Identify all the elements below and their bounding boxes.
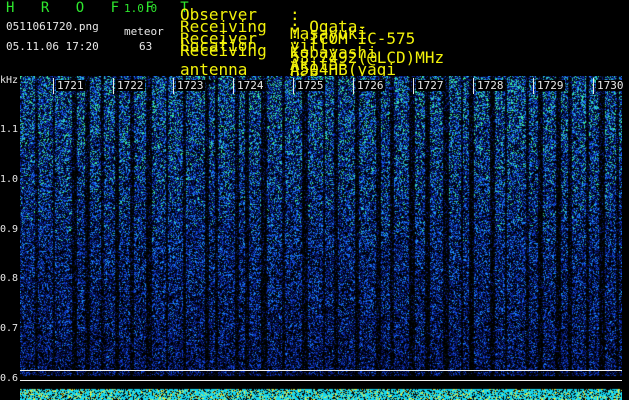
minute-tick (293, 78, 294, 94)
spectrogram-panel[interactable] (20, 76, 622, 400)
minute-label: 1729 (536, 79, 565, 92)
minute-tick (173, 78, 174, 94)
minute-tick (593, 78, 594, 94)
right-frame (622, 76, 629, 400)
minute-label: 1724 (236, 79, 265, 92)
app-title: H R O F F T (6, 0, 198, 16)
minute-tick (413, 78, 414, 94)
minute-tick (533, 78, 534, 94)
minute-label: 1726 (356, 79, 385, 92)
minute-tick (473, 78, 474, 94)
header-panel: H R O F F T 1.0.0 0511061720.png meteor … (0, 0, 629, 150)
minute-label: 1730 (596, 79, 625, 92)
minute-label: 1728 (476, 79, 505, 92)
image-filename: 0511061720.png (6, 20, 99, 33)
app-version: 1.0.0 (124, 2, 158, 15)
minute-tick (233, 78, 234, 94)
minute-label: 1722 (116, 79, 145, 92)
axis-tick-label: 0.8 (0, 273, 19, 284)
axis-tick-label: 1.0 (0, 174, 19, 185)
minute-tick (53, 78, 54, 94)
axis-tick-label: 0.9 (0, 224, 19, 235)
minute-tick (113, 78, 114, 94)
minute-label: 1721 (56, 79, 85, 92)
reference-line-lower (20, 380, 622, 381)
axis-tick-label: 0.7 (0, 323, 19, 334)
minute-label: 1727 (416, 79, 445, 92)
axis-unit-label: kHz (0, 75, 19, 86)
axis-tick-label: 1.1 (0, 124, 19, 135)
capture-datetime: 05.11.06 17:20 (6, 40, 99, 53)
info-label: Receiving antenna (180, 41, 267, 79)
axis-tick-label: 0.6 (0, 373, 19, 384)
minute-label: 1723 (176, 79, 205, 92)
minute-tick (353, 78, 354, 94)
spectrogram-image[interactable] (20, 76, 622, 400)
mode-label: meteor (124, 25, 164, 38)
meteor-count: 63 (139, 40, 153, 53)
reference-line-upper (20, 370, 622, 371)
minute-label: 1725 (296, 79, 325, 92)
